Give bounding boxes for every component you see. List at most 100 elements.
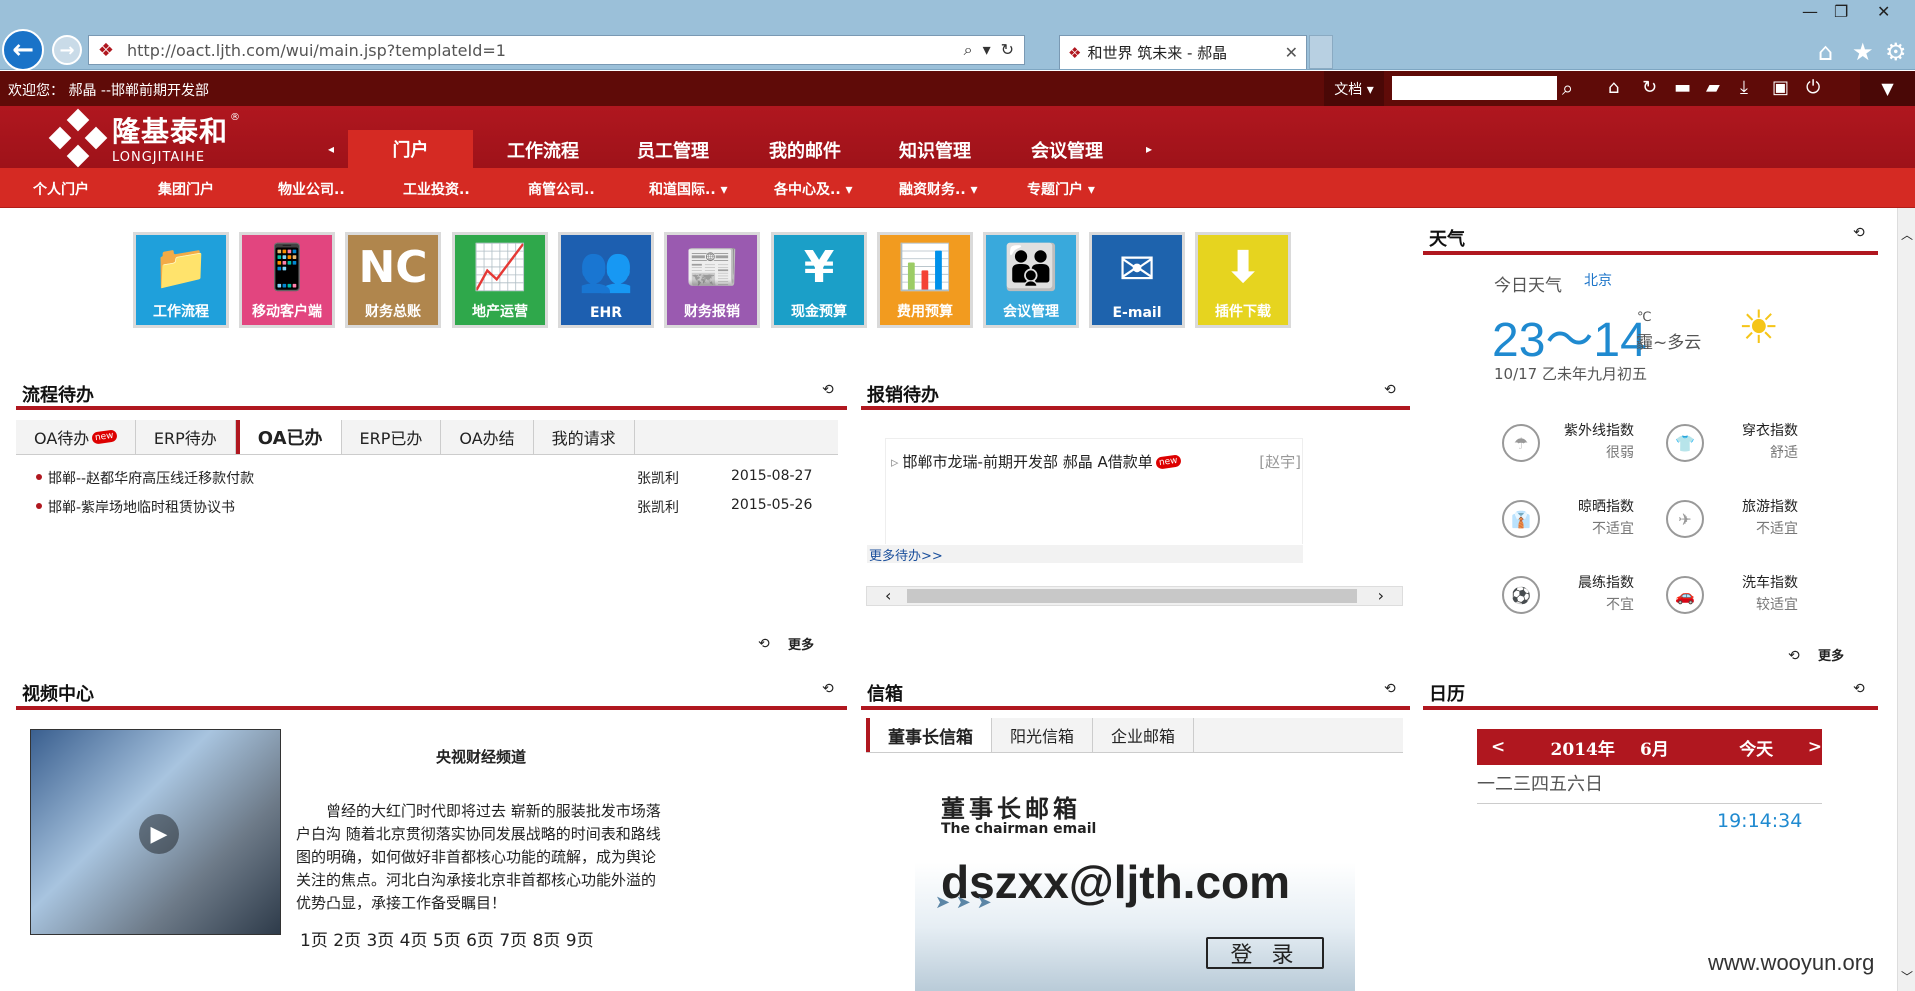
subnav-item[interactable]: 各中心及.. ▾ [774,179,853,199]
tag-icon[interactable]: ▰ [1706,77,1720,98]
calendar-year[interactable]: 2014年 [1551,735,1620,760]
app-icon[interactable]: 👪 会议管理 [983,232,1079,328]
more-link[interactable]: 更多 [788,634,814,653]
restore-icon[interactable]: ❐ [1834,2,1848,21]
horizontal-scrollbar[interactable]: ‹ › [866,586,1403,606]
app-icon[interactable]: 📁 工作流程 [133,232,229,328]
close-tab-icon[interactable]: ✕ [1285,43,1298,62]
app-icon[interactable]: ⬇ 插件下载 [1195,232,1291,328]
scroll-thumb[interactable] [907,589,1357,603]
subnav-item[interactable]: 融资财务.. ▾ [899,179,978,199]
settings-gear-icon[interactable]: ⚙ [1885,38,1907,66]
tab-sunshine-mailbox[interactable]: 阳光信箱 [992,718,1094,752]
more-link[interactable]: 更多 [1818,645,1844,664]
browser-tab[interactable]: ❖ 和世界 筑未来 - 郝晶 ✕ [1059,35,1307,69]
tab-oa-finished[interactable]: OA办结 [441,420,534,454]
play-icon[interactable]: ▶ [139,814,179,854]
refresh-icon[interactable]: ⟲ [822,681,834,697]
subnav-item[interactable]: 集团门户 [158,179,214,199]
refresh-icon[interactable]: ⟲ [1384,382,1396,398]
subnav-item[interactable]: 物业公司.. [278,179,345,199]
doc-menu[interactable]: 文档 ▾ [1324,71,1384,106]
nav-meeting[interactable]: 会议管理 [1012,132,1122,168]
app-icon[interactable]: ✉ E-mail [1089,232,1185,328]
tab-my-requests[interactable]: 我的请求 [534,420,635,454]
nav-workflow[interactable]: 工作流程 [488,132,598,168]
row-title[interactable]: 邯郸-紫岸场地临时租赁协议书 [48,497,637,517]
nav-mail[interactable]: 我的邮件 [750,132,860,168]
nav-knowledge[interactable]: 知识管理 [880,132,990,168]
calendar-prev[interactable]: < [1491,737,1551,757]
app-icon[interactable]: 📊 费用预算 [877,232,973,328]
minimize-icon[interactable]: — [1802,2,1818,21]
top-search-input[interactable] [1392,76,1557,100]
video-pagination[interactable]: 1页 2页 3页 4页 5页 6页 7页 8页 9页 [300,926,594,951]
nav-portal[interactable]: 门户 [348,130,473,168]
favorites-icon[interactable]: ★ [1852,38,1874,66]
refresh-icon[interactable]: ⟲ [822,382,834,398]
tab-oa-done[interactable]: OA已办 [235,420,342,454]
scroll-up-icon[interactable]: ︿ [1901,226,1913,243]
calendar-month[interactable]: 6月 [1640,735,1739,760]
login-button[interactable]: 登 录 [1206,937,1324,969]
list-item[interactable]: 邯郸--赵都华府高压线迁移款付款 张凯利 2015-08-27 [36,468,812,488]
subnav-item[interactable]: 和道国际.. ▾ [649,179,728,199]
refresh-icon[interactable]: ↻ [1001,40,1014,60]
close-window-icon[interactable]: ✕ [1877,2,1890,21]
search-icon[interactable]: ⌕ [1562,76,1573,100]
tab-erp-done[interactable]: ERP已办 [342,420,442,454]
url-text[interactable]: http://oact.ljth.com/wui/main.jsp?templa… [127,41,964,60]
more-todo-link[interactable]: 更多待办>> [867,545,1303,564]
app-icon[interactable]: 📰 财务报销 [664,232,760,328]
weather-city[interactable]: 北京 [1584,270,1612,290]
forward-button[interactable]: → [52,35,82,65]
calendar-next[interactable]: > [1808,737,1822,757]
download-icon[interactable]: ⤓ [1740,77,1748,98]
nav-right-arrow-icon[interactable]: ▸ [1146,142,1152,156]
collapse-icon[interactable]: ▼ [1860,71,1915,106]
power-icon[interactable]: ⏻ [1806,77,1820,98]
tab-chairman-mailbox[interactable]: 董事长信箱 [866,718,992,752]
back-button[interactable]: ← [2,29,44,71]
scroll-down-icon[interactable]: ﹀ [1901,968,1913,985]
dropdown-icon[interactable]: ▾ [983,40,991,60]
refresh-icon[interactable]: ⟲ [1853,225,1865,241]
scroll-right-icon[interactable]: › [1378,587,1384,605]
search-icon[interactable]: ⌕ [964,40,973,60]
item-title[interactable]: 邯郸市龙瑞-前期开发部 郝晶 A借款单 [903,451,1153,472]
nav-staff[interactable]: 员工管理 [618,132,728,168]
refresh-icon[interactable]: ⟲ [1788,648,1800,664]
subnav-item[interactable]: 专题门户 ▾ [1027,179,1095,199]
video-thumbnail[interactable]: ▶ [30,729,281,935]
chairman-mailbox-banner[interactable]: 董事长邮箱 The chairman email dszxx@ljth.com … [915,777,1355,991]
home-icon[interactable]: ⌂ [1818,38,1833,66]
row-owner: 张凯利 [637,500,679,516]
message-icon[interactable]: ▬ [1674,77,1691,98]
subnav-item[interactable]: 个人门户 [33,179,89,199]
calendar-today[interactable]: 今天 [1739,735,1794,760]
subnav-item[interactable]: 工业投资.. [403,179,470,199]
app-icon[interactable]: 📱 移动客户端 [239,232,335,328]
app-icon[interactable]: ¥ 现金预算 [771,232,867,328]
app-icon[interactable]: 📈 地产运营 [452,232,548,328]
new-tab-button[interactable] [1309,35,1333,69]
refresh-icon[interactable]: ↻ [1642,77,1657,98]
app-icon[interactable]: 👥 EHR [558,232,654,328]
subnav-item[interactable]: 商管公司.. [528,179,595,199]
tab-oa-todo[interactable]: OA待办 new [16,420,136,454]
address-bar[interactable]: ❖ http://oact.ljth.com/wui/main.jsp?temp… [88,35,1025,65]
vertical-scrollbar[interactable]: ︿ ﹀ [1897,208,1915,991]
tab-erp-todo[interactable]: ERP待办 [136,420,236,454]
list-item[interactable]: ▹ 邯郸市龙瑞-前期开发部 郝晶 A借款单 new [赵宇] [891,451,1301,472]
home-icon[interactable]: ⌂ [1608,77,1619,98]
row-title[interactable]: 邯郸--赵都华府高压线迁移款付款 [48,468,637,488]
scroll-left-icon[interactable]: ‹ [885,587,891,605]
tab-enterprise-mailbox[interactable]: 企业邮箱 [1093,718,1195,752]
refresh-icon[interactable]: ⟲ [1853,681,1865,697]
app-icon[interactable]: NC 财务总账 [345,232,441,328]
refresh-icon[interactable]: ⟲ [1384,681,1396,697]
list-item[interactable]: 邯郸-紫岸场地临时租赁协议书 张凯利 2015-05-26 [36,497,812,517]
nav-left-arrow-icon[interactable]: ◂ [328,142,334,156]
dropdown-box-icon[interactable]: ▣ [1772,77,1789,98]
refresh-icon[interactable]: ⟲ [758,636,770,652]
